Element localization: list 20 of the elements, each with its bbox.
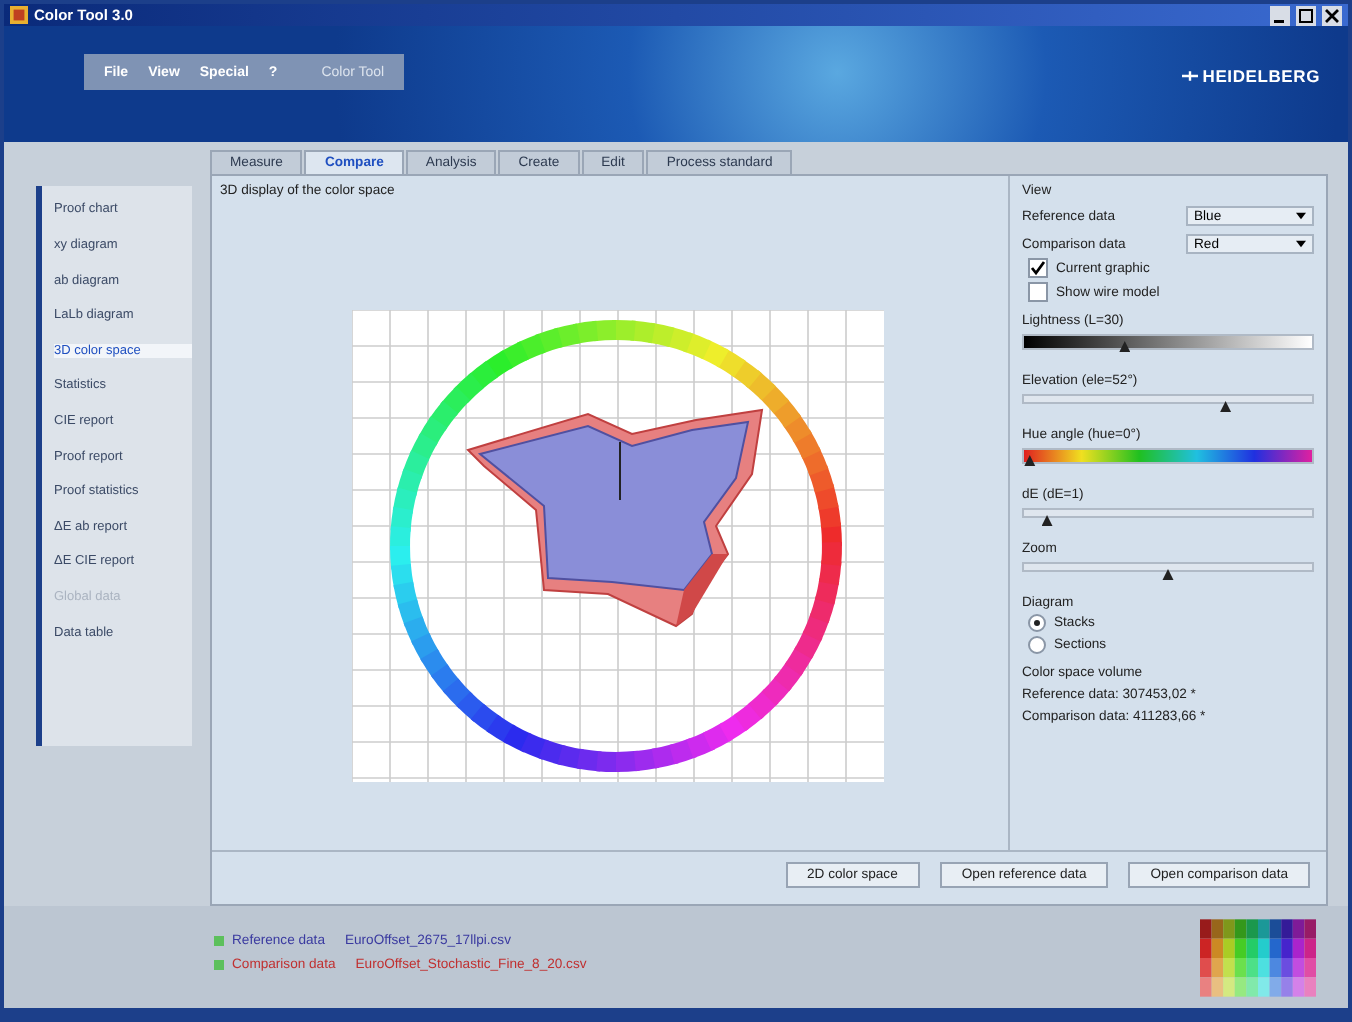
minimize-icon[interactable] — [1270, 5, 1290, 26]
caret-icon — [1296, 240, 1306, 249]
slider[interactable] — [1022, 334, 1314, 351]
slider-thumb[interactable] — [1219, 400, 1232, 413]
crosshair-icon — [1182, 68, 1199, 85]
slider-thumb[interactable] — [1023, 454, 1036, 467]
slider-thumb[interactable] — [1118, 340, 1131, 353]
slider-thumb[interactable] — [1041, 514, 1054, 527]
app-icon — [10, 6, 28, 25]
caret-icon — [1296, 212, 1306, 221]
checkbox[interactable] — [1028, 258, 1048, 279]
close-icon[interactable] — [1322, 5, 1342, 26]
color-chart-icon — [1200, 918, 1316, 999]
slider-thumb[interactable] — [1162, 568, 1174, 581]
radio-button[interactable] — [1028, 636, 1046, 655]
checkbox[interactable] — [1028, 282, 1048, 303]
maximize-icon[interactable] — [1296, 5, 1316, 26]
radio-button[interactable] — [1028, 614, 1046, 633]
logo-text: HEIDELBERG — [1202, 66, 1320, 87]
slider[interactable] — [1022, 448, 1314, 465]
